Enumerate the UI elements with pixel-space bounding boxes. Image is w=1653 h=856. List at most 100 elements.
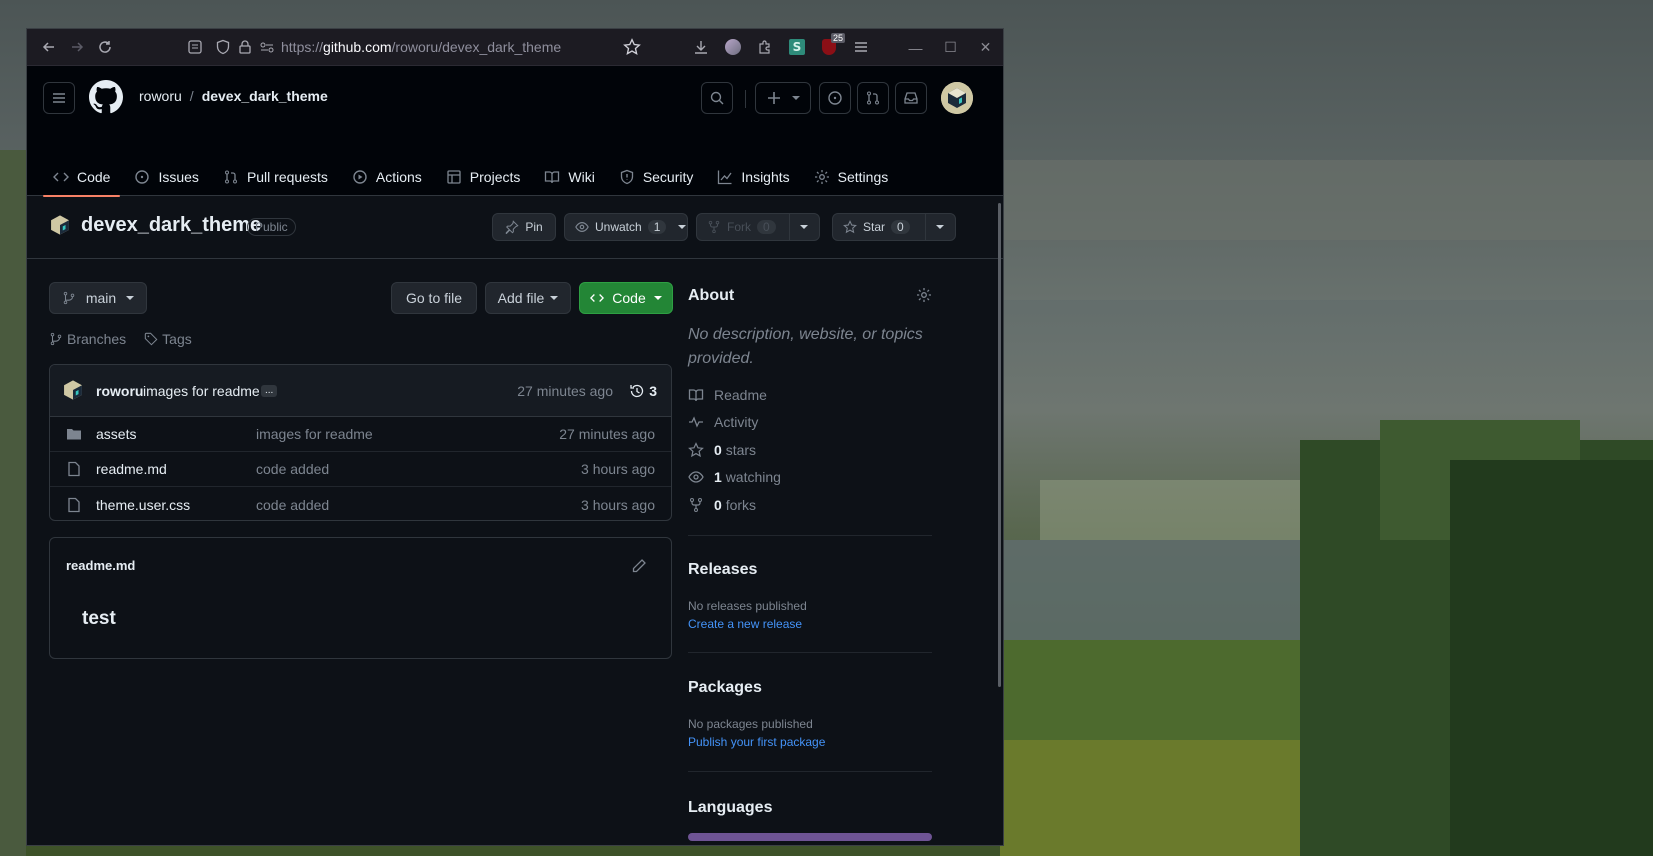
file-name[interactable]: assets bbox=[96, 426, 136, 442]
app-menu-button[interactable] bbox=[847, 33, 875, 61]
tab-pull-requests[interactable]: Pull requests bbox=[213, 158, 338, 196]
tab-actions[interactable]: Actions bbox=[342, 158, 432, 196]
tab-projects[interactable]: Projects bbox=[436, 158, 531, 196]
author-avatar[interactable] bbox=[62, 379, 84, 401]
about-item-label: Activity bbox=[714, 414, 759, 431]
file-name[interactable]: theme.user.css bbox=[96, 497, 190, 513]
create-release-link[interactable]: Create a new release bbox=[688, 617, 802, 631]
file-commit-message[interactable]: images for readme bbox=[256, 426, 373, 442]
visibility-badge: Public bbox=[247, 218, 296, 236]
readme-filename[interactable]: readme.md bbox=[66, 558, 135, 573]
page-scrollbar[interactable] bbox=[998, 203, 1001, 687]
tags-link[interactable]: Tags bbox=[144, 331, 192, 347]
ublock-extension-button[interactable]: 25 bbox=[815, 33, 845, 61]
url-domain: github.com bbox=[323, 39, 392, 55]
maximize-button[interactable]: ☐ bbox=[933, 29, 968, 66]
watch-count: 1 bbox=[647, 220, 667, 234]
file-row[interactable]: assets images for readme 27 minutes ago bbox=[50, 417, 671, 452]
fork-count: 0 bbox=[757, 220, 776, 234]
about-readme-link[interactable]: Readme bbox=[688, 381, 932, 409]
about-watching-link[interactable]: 1 watching bbox=[688, 464, 932, 492]
add-file-button[interactable]: Add file bbox=[485, 282, 571, 314]
issues-button[interactable] bbox=[819, 82, 851, 114]
releases-title[interactable]: Releases bbox=[688, 561, 757, 579]
url-bar[interactable]: https://github.com/roworu/devex_dark_the… bbox=[187, 33, 657, 61]
git-branch-icon bbox=[63, 291, 75, 305]
packages-title[interactable]: Packages bbox=[688, 679, 762, 697]
commit-history-link[interactable]: 3 bbox=[629, 383, 657, 399]
latest-commit-row: roworu images for readme ... 27 minutes … bbox=[50, 365, 671, 417]
tags-label: Tags bbox=[162, 331, 192, 347]
github-header: roworu / devex_dark_theme Code Issues Pu… bbox=[27, 66, 1003, 197]
close-button[interactable]: ✕ bbox=[968, 29, 1003, 66]
file-commit-message[interactable]: code added bbox=[256, 461, 329, 477]
commit-author[interactable]: roworu bbox=[96, 383, 143, 399]
inbox-button[interactable] bbox=[895, 82, 927, 114]
extensions-button[interactable] bbox=[751, 33, 779, 61]
pin-button[interactable]: Pin bbox=[492, 213, 556, 241]
about-item-label: watching bbox=[725, 469, 781, 486]
book-icon bbox=[545, 171, 560, 184]
tab-security[interactable]: Security bbox=[609, 158, 704, 196]
minimize-button[interactable]: — bbox=[898, 29, 933, 66]
commit-message[interactable]: images for readme bbox=[143, 383, 260, 399]
tab-insights[interactable]: Insights bbox=[707, 158, 799, 196]
languages-title: Languages bbox=[688, 799, 773, 816]
reload-button[interactable] bbox=[91, 33, 119, 61]
branch-name: main bbox=[85, 290, 117, 306]
forward-button[interactable] bbox=[63, 33, 91, 61]
fork-dropdown[interactable] bbox=[789, 214, 818, 240]
download-icon bbox=[695, 41, 707, 54]
repo-nav-tabs: Code Issues Pull requests Actions Projec… bbox=[43, 158, 902, 197]
gear-icon[interactable] bbox=[916, 287, 932, 303]
branches-link[interactable]: Branches bbox=[49, 331, 126, 347]
watch-button[interactable]: Unwatch 1 bbox=[564, 213, 688, 241]
hamburger-menu-icon bbox=[53, 93, 65, 103]
pull-request-icon bbox=[224, 170, 237, 184]
downloads-button[interactable] bbox=[687, 33, 715, 61]
repo-title[interactable]: devex_dark_theme bbox=[81, 214, 261, 237]
issue-icon bbox=[828, 91, 842, 105]
github-logo-icon[interactable] bbox=[89, 80, 123, 114]
pull-requests-button[interactable] bbox=[857, 82, 889, 114]
breadcrumb: roworu / devex_dark_theme bbox=[139, 88, 328, 104]
branch-selector[interactable]: main bbox=[49, 282, 147, 314]
fork-icon bbox=[708, 220, 720, 234]
publish-package-link[interactable]: Publish your first package bbox=[688, 735, 825, 749]
inbox-icon bbox=[904, 92, 918, 104]
about-forks-link[interactable]: 0 forks bbox=[688, 491, 932, 519]
file-commit-message[interactable]: code added bbox=[256, 497, 329, 513]
browser-actions: S 25 bbox=[687, 33, 875, 61]
tab-issues[interactable]: Issues bbox=[124, 158, 208, 196]
file-row[interactable]: readme.md code added 3 hours ago bbox=[50, 452, 671, 487]
go-to-file-button[interactable]: Go to file bbox=[391, 282, 477, 314]
tab-settings[interactable]: Settings bbox=[804, 158, 899, 196]
stylus-extension-button[interactable]: S bbox=[783, 33, 811, 61]
code-button[interactable]: Code bbox=[579, 282, 673, 314]
fork-button[interactable]: Fork 0 bbox=[696, 213, 820, 241]
watch-label: Unwatch bbox=[595, 220, 642, 234]
account-button[interactable] bbox=[719, 33, 747, 61]
user-avatar[interactable] bbox=[941, 82, 973, 114]
breadcrumb-repo[interactable]: devex_dark_theme bbox=[202, 88, 328, 104]
pencil-icon[interactable] bbox=[631, 558, 647, 574]
star-dropdown[interactable] bbox=[925, 214, 954, 240]
bookmark-star-icon[interactable] bbox=[623, 38, 641, 56]
search-button[interactable] bbox=[701, 82, 733, 114]
tab-code[interactable]: Code bbox=[43, 158, 121, 197]
url-scheme: https:// bbox=[281, 39, 324, 55]
back-button[interactable] bbox=[35, 33, 63, 61]
tab-label: Settings bbox=[837, 169, 889, 185]
commit-expand-button[interactable]: ... bbox=[261, 385, 278, 397]
tab-wiki[interactable]: Wiki bbox=[534, 158, 604, 196]
create-new-button[interactable] bbox=[755, 82, 811, 114]
about-activity-link[interactable]: Activity bbox=[688, 409, 932, 437]
file-name[interactable]: readme.md bbox=[96, 461, 167, 477]
breadcrumb-owner[interactable]: roworu bbox=[139, 88, 182, 104]
lock-icon bbox=[239, 40, 251, 54]
file-row[interactable]: theme.user.css code added 3 hours ago bbox=[50, 487, 671, 520]
star-button[interactable]: Star 0 bbox=[832, 213, 956, 241]
shield-icon bbox=[620, 169, 633, 185]
global-menu-button[interactable] bbox=[43, 82, 75, 114]
about-stars-link[interactable]: 0 stars bbox=[688, 436, 932, 464]
